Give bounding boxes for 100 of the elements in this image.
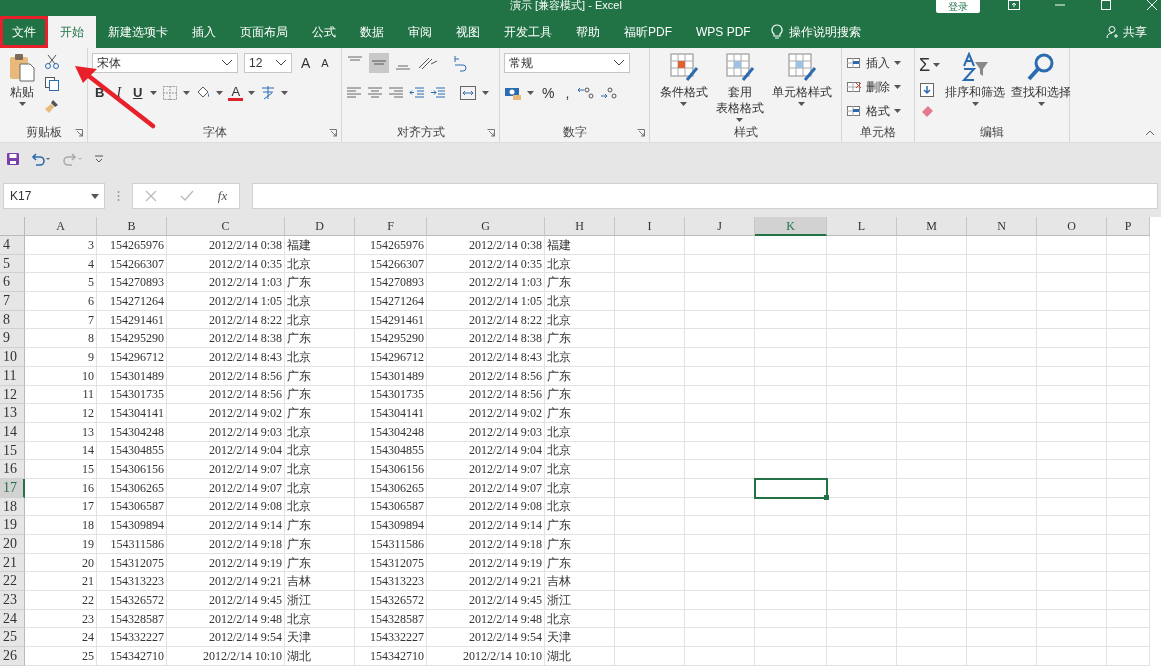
ribbon-tab[interactable]: 新建选项卡 (96, 16, 180, 48)
column-header[interactable]: N (967, 217, 1037, 236)
ribbon-tab[interactable]: 开始 (48, 16, 96, 48)
editing-button[interactable]: 排序和筛选 (944, 84, 1007, 100)
caret-icon[interactable] (216, 91, 224, 95)
row-header[interactable]: 25 (0, 628, 25, 648)
underline-button[interactable]: U (130, 84, 146, 102)
cell-grid-icon[interactable] (846, 56, 862, 70)
insert-function-button[interactable]: fx (217, 188, 228, 204)
ribbon-tab[interactable]: 页面布局 (228, 16, 300, 48)
ribbon-tab[interactable]: 插入 (180, 16, 228, 48)
undo-icon[interactable] (30, 152, 52, 166)
row-header[interactable]: 9 (0, 329, 25, 349)
caret-icon[interactable] (1037, 102, 1045, 106)
caret-icon[interactable] (894, 85, 901, 89)
caret-icon[interactable] (18, 102, 26, 106)
orientation-icon[interactable] (417, 55, 439, 71)
caret-icon[interactable] (281, 91, 289, 95)
dialog-launcher-icon[interactable] (487, 129, 495, 137)
column-header[interactable]: P (1107, 217, 1150, 236)
chevron-icon[interactable] (275, 59, 287, 67)
column-header[interactable]: L (827, 217, 897, 236)
decrease-decimal-icon[interactable] (600, 85, 619, 101)
caret-icon[interactable] (894, 109, 901, 113)
cell-grid-icon[interactable] (846, 104, 862, 118)
cells-menu-button[interactable]: 格式 (865, 103, 891, 119)
caret-icon[interactable] (183, 91, 191, 95)
column-header[interactable]: F (355, 217, 427, 236)
cells-menu-button[interactable]: 插入 (865, 55, 891, 71)
column-header[interactable]: O (1037, 217, 1107, 236)
copy-icon[interactable] (44, 76, 60, 92)
dialog-launcher-icon[interactable] (329, 129, 337, 137)
table-brush-icon[interactable] (786, 52, 817, 82)
column-header[interactable]: I (615, 217, 685, 236)
ribbon-tab[interactable]: 开发工具 (492, 16, 564, 48)
column-header[interactable]: G (427, 217, 545, 236)
ribbon-tab[interactable]: 视图 (444, 16, 492, 48)
close-icon[interactable] (1146, 0, 1158, 10)
ribbon-tab[interactable]: WPS PDF (684, 16, 763, 48)
ribbon-tab[interactable]: 数据 (348, 16, 396, 48)
save-icon[interactable] (6, 152, 20, 166)
column-header[interactable]: B (97, 217, 167, 236)
ribbon-tab[interactable]: 福昕PDF (612, 16, 684, 48)
font-name-field[interactable]: 宋体 (92, 53, 238, 73)
column-header[interactable]: H (545, 217, 615, 236)
phonetic-guide-icon[interactable] (260, 85, 277, 101)
column-header[interactable]: K (755, 217, 827, 236)
paste-button[interactable]: 粘贴 (9, 84, 35, 100)
conditional-format-icon[interactable] (668, 52, 699, 82)
share-button[interactable]: 共享 (1123, 23, 1147, 41)
row-header[interactable]: 7 (0, 292, 25, 311)
caret-icon[interactable] (248, 91, 256, 95)
number-format-field[interactable]: 常规 (504, 53, 630, 73)
fill-down-icon[interactable] (919, 82, 935, 98)
row-header[interactable]: 23 (0, 591, 25, 610)
sign-in-button[interactable]: 登录 (936, 0, 980, 13)
caret-icon[interactable] (933, 63, 941, 67)
maximize-icon[interactable] (1100, 0, 1112, 10)
row-header[interactable]: 10 (0, 348, 25, 367)
comma-style-button[interactable]: , (562, 84, 573, 102)
autosum-button[interactable]: Σ (919, 56, 931, 74)
merge-cells-icon[interactable] (459, 85, 477, 101)
editing-button[interactable]: 查找和选择 (1010, 84, 1073, 100)
ribbon-tab[interactable]: 帮助 (564, 16, 612, 48)
row-header[interactable]: 16 (0, 460, 25, 479)
column-header[interactable]: J (685, 217, 755, 236)
chevron-icon[interactable] (221, 59, 233, 67)
caret-icon[interactable] (971, 102, 979, 106)
ribbon-tab[interactable]: 审阅 (396, 16, 444, 48)
decrease-font-size-button[interactable]: A (318, 54, 332, 72)
dialog-launcher-icon[interactable] (637, 129, 645, 137)
person-icon[interactable] (1106, 25, 1120, 39)
font-color-button[interactable]: A (228, 85, 244, 101)
row-header[interactable]: 6 (0, 273, 25, 293)
caret-icon[interactable] (894, 61, 901, 65)
caret-icon[interactable] (736, 118, 743, 122)
paintbrush-icon[interactable] (44, 98, 60, 114)
caret-icon[interactable] (798, 102, 805, 106)
caret-icon[interactable] (150, 91, 158, 95)
fill-handle[interactable] (824, 494, 829, 500)
bold-button[interactable]: B (92, 84, 108, 102)
row-header[interactable]: 4 (0, 236, 25, 255)
name-box[interactable]: K17 (3, 183, 105, 209)
percent-button[interactable]: % (539, 84, 558, 102)
wrap-text-icon[interactable] (452, 54, 468, 72)
caret-icon[interactable] (91, 193, 99, 199)
ribbon-tab[interactable]: 文件 (0, 16, 48, 48)
collapse-ribbon-icon[interactable] (1145, 130, 1155, 136)
row-header[interactable]: 13 (0, 404, 25, 423)
styles-button[interactable]: 条件格式 (658, 84, 709, 100)
dialog-launcher-icon[interactable] (75, 129, 83, 137)
font-size-field[interactable]: 12 (244, 53, 292, 73)
increase-font-size-button[interactable]: A (298, 54, 314, 72)
tell-me-search[interactable]: 操作说明搜索 (782, 16, 873, 48)
table-brush-icon[interactable] (724, 52, 755, 82)
cell-grid-icon[interactable] (846, 80, 862, 94)
scissors-icon[interactable] (44, 54, 60, 70)
column-header[interactable]: A (25, 217, 97, 236)
caret-icon[interactable] (482, 91, 489, 95)
row-header[interactable]: 19 (0, 516, 25, 535)
